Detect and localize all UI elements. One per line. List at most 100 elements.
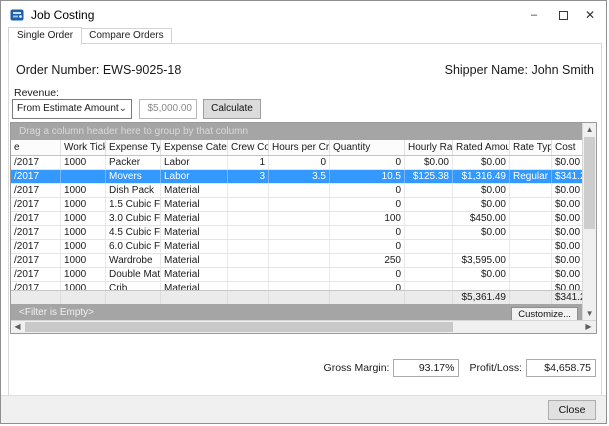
table-row[interactable]: /201710001.5 Cubic FeetMaterial0$0.00$0.… — [11, 198, 582, 212]
cell-quantity[interactable]: 10.5 — [330, 170, 405, 183]
table-row[interactable]: /20171000Dish PackMaterial0$0.00$0.00 — [11, 184, 582, 198]
table-row[interactable]: /201710006.0 Cubic FeetMaterial0$0.00 — [11, 240, 582, 254]
table-row[interactable]: /201710004.5 Cubic FeetMaterial0$0.00$0.… — [11, 226, 582, 240]
cell-crew-count[interactable] — [228, 198, 269, 211]
cell-expense-category[interactable]: Labor — [161, 156, 228, 169]
horizontal-scrollbar[interactable]: ◀ ▶ — [11, 320, 596, 333]
scroll-down-icon[interactable]: ▼ — [583, 307, 596, 320]
cell-work-ticket[interactable]: 1000 — [61, 184, 106, 197]
cell-rate-type[interactable] — [510, 282, 552, 290]
column-header-hourly-rate[interactable]: Hourly Rate — [405, 140, 453, 155]
cell-expense-type[interactable]: Wardrobe — [106, 254, 161, 267]
cell-rate-type[interactable] — [510, 198, 552, 211]
column-header-e[interactable]: e — [11, 140, 61, 155]
cell-rate-type[interactable] — [510, 226, 552, 239]
cell-cost[interactable]: $0.00 — [552, 156, 582, 169]
cell-quantity[interactable]: 0 — [330, 226, 405, 239]
cell-cost[interactable]: $341.25 — [552, 170, 582, 183]
cell-hourly-rate[interactable] — [405, 212, 453, 225]
revenue-amount-field[interactable]: $5,000.00 — [139, 99, 197, 119]
column-header-expense-category[interactable]: Expense Category — [161, 140, 228, 155]
cell-cost[interactable]: $0.00 — [552, 212, 582, 225]
cell-rate-type[interactable] — [510, 212, 552, 225]
cell-expense-category[interactable]: Material — [161, 212, 228, 225]
cell-e[interactable]: /2017 — [11, 198, 61, 211]
vertical-scrollbar[interactable]: ▲ ▼ — [582, 123, 596, 320]
revenue-source-select[interactable]: From Estimate Amount ⌄ — [12, 99, 132, 119]
cell-work-ticket[interactable]: 1000 — [61, 226, 106, 239]
scroll-left-icon[interactable]: ◀ — [11, 321, 24, 333]
cell-hourly-rate[interactable] — [405, 240, 453, 253]
cell-work-ticket[interactable]: 1000 — [61, 282, 106, 290]
tab-single-order[interactable]: Single Order — [8, 27, 82, 45]
cell-quantity[interactable]: 0 — [330, 198, 405, 211]
cell-hourly-rate[interactable] — [405, 254, 453, 267]
cell-work-ticket[interactable]: 1000 — [61, 212, 106, 225]
cell-rate-type[interactable] — [510, 254, 552, 267]
cell-expense-category[interactable]: Material — [161, 184, 228, 197]
cell-hourly-rate[interactable]: $0.00 — [405, 156, 453, 169]
cell-crew-count[interactable] — [228, 184, 269, 197]
cell-expense-type[interactable]: Movers — [106, 170, 161, 183]
cell-hourly-rate[interactable] — [405, 184, 453, 197]
calculate-button[interactable]: Calculate — [203, 99, 261, 119]
close-window-button[interactable]: ✕ — [578, 4, 602, 26]
column-header-quantity[interactable]: Quantity — [330, 140, 405, 155]
close-button[interactable]: Close — [548, 400, 596, 420]
cell-cost[interactable]: $0.00 — [552, 282, 582, 290]
column-header-rated-amount[interactable]: Rated Amount — [453, 140, 510, 155]
column-header-work-ticket[interactable]: Work Ticket — [61, 140, 106, 155]
cell-hours-per-crew[interactable]: 0 — [269, 156, 330, 169]
cell-rated-amount[interactable] — [453, 240, 510, 253]
cell-expense-category[interactable]: Material — [161, 254, 228, 267]
cell-quantity[interactable]: 0 — [330, 156, 405, 169]
cell-hourly-rate[interactable]: $125.38 — [405, 170, 453, 183]
vertical-scroll-thumb[interactable] — [584, 137, 595, 229]
cell-rate-type[interactable]: Regular — [510, 170, 552, 183]
cell-crew-count[interactable] — [228, 268, 269, 281]
cell-rate-type[interactable] — [510, 240, 552, 253]
cell-e[interactable]: /2017 — [11, 282, 61, 290]
cell-crew-count[interactable]: 3 — [228, 170, 269, 183]
maximize-button[interactable] — [551, 4, 575, 26]
cell-cost[interactable]: $0.00 — [552, 184, 582, 197]
cell-quantity[interactable]: 0 — [330, 268, 405, 281]
cell-expense-type[interactable]: 3.0 Cubic Feet — [106, 212, 161, 225]
table-row[interactable]: /20171000CribMaterial0$0.00 — [11, 282, 582, 290]
table-row[interactable]: /201710003.0 Cubic FeetMaterial100$450.0… — [11, 212, 582, 226]
cell-cost[interactable]: $0.00 — [552, 268, 582, 281]
cell-expense-category[interactable]: Material — [161, 226, 228, 239]
cell-rated-amount[interactable]: $450.00 — [453, 212, 510, 225]
cell-quantity[interactable]: 250 — [330, 254, 405, 267]
cell-e[interactable]: /2017 — [11, 268, 61, 281]
column-header-expense-type[interactable]: Expense Type — [106, 140, 161, 155]
column-header-crew-count[interactable]: Crew Count — [228, 140, 269, 155]
cell-hours-per-crew[interactable] — [269, 254, 330, 267]
cell-hours-per-crew[interactable] — [269, 268, 330, 281]
cell-rated-amount[interactable] — [453, 282, 510, 290]
cell-quantity[interactable]: 0 — [330, 282, 405, 290]
cell-quantity[interactable]: 100 — [330, 212, 405, 225]
group-by-bar[interactable]: Drag a column header here to group by th… — [11, 123, 582, 140]
cell-work-ticket[interactable] — [61, 170, 106, 183]
cell-hours-per-crew[interactable] — [269, 212, 330, 225]
cell-crew-count[interactable] — [228, 212, 269, 225]
cell-expense-type[interactable]: Dish Pack — [106, 184, 161, 197]
cell-expense-type[interactable]: 1.5 Cubic Feet — [106, 198, 161, 211]
column-header-hours-per-crew[interactable]: Hours per Crew — [269, 140, 330, 155]
table-row[interactable]: /2017MoversLabor33.510.5$125.38$1,316.49… — [11, 170, 582, 184]
table-row[interactable]: /20171000PackerLabor100$0.00$0.00$0.00 — [11, 156, 582, 170]
cell-work-ticket[interactable]: 1000 — [61, 240, 106, 253]
cell-cost[interactable]: $0.00 — [552, 198, 582, 211]
cell-rate-type[interactable] — [510, 156, 552, 169]
cell-expense-type[interactable]: Crib — [106, 282, 161, 290]
cell-work-ticket[interactable]: 1000 — [61, 254, 106, 267]
cell-rate-type[interactable] — [510, 184, 552, 197]
cell-rated-amount[interactable]: $0.00 — [453, 268, 510, 281]
cell-hourly-rate[interactable] — [405, 198, 453, 211]
cell-quantity[interactable]: 0 — [330, 240, 405, 253]
cell-rated-amount[interactable]: $3,595.00 — [453, 254, 510, 267]
cell-e[interactable]: /2017 — [11, 240, 61, 253]
cell-expense-type[interactable]: 6.0 Cubic Feet — [106, 240, 161, 253]
cell-rated-amount[interactable]: $0.00 — [453, 184, 510, 197]
